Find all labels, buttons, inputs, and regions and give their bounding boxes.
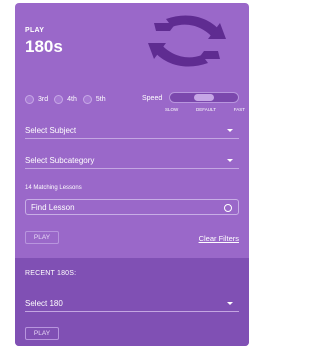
- matching-lessons-count: 14 Matching Lessons: [25, 185, 82, 191]
- chevron-down-icon: [227, 159, 233, 162]
- speed-stop-fast: FAST: [233, 107, 245, 112]
- speed-stop-slow: SLOW: [165, 107, 179, 112]
- grade-filters: 3rd 4th 5th: [25, 95, 112, 104]
- play-button[interactable]: PLAY: [25, 231, 59, 244]
- recent-180-select[interactable]: Select 180: [25, 296, 239, 312]
- checkbox-icon: [25, 95, 34, 104]
- clear-filters-link[interactable]: Clear Filters: [199, 234, 239, 243]
- find-lesson-input[interactable]: Find Lesson: [25, 199, 239, 215]
- speed-stop-default: DEFAULT: [196, 107, 216, 112]
- refresh-icon: [148, 15, 226, 67]
- chevron-down-icon: [227, 302, 233, 305]
- subject-select-value: Select Subject: [25, 126, 77, 135]
- speed-stops: SLOW DEFAULT FAST: [165, 107, 245, 112]
- radio-icon: [224, 204, 232, 212]
- subcategory-select[interactable]: Select Subcategory: [25, 153, 239, 169]
- checkbox-icon: [82, 95, 92, 104]
- recent-play-button[interactable]: PLAY: [25, 327, 59, 340]
- grade-label: 5th: [95, 96, 106, 103]
- subcategory-select-value: Select Subcategory: [25, 156, 95, 165]
- find-lesson-placeholder: Find Lesson: [31, 202, 75, 212]
- chevron-down-icon: [227, 129, 233, 132]
- speed-label: Speed: [142, 95, 163, 102]
- subject-select[interactable]: Select Subject: [25, 123, 239, 139]
- grade-checkbox-3rd[interactable]: 3rd: [25, 95, 48, 104]
- checkbox-icon: [54, 95, 64, 104]
- play-panel: PLAY 180s 3rd 4th 5th Speed SLOW DEFAULT…: [15, 3, 249, 346]
- play-label: PLAY: [25, 27, 45, 34]
- recent-180s-section: RECENT 180S: Select 180 PLAY: [15, 258, 249, 346]
- recent-select-value: Select 180: [25, 299, 63, 308]
- grade-label: 3rd: [38, 96, 49, 103]
- recent-title: RECENT 180S:: [25, 270, 77, 277]
- speed-slider[interactable]: [169, 92, 239, 103]
- grade-checkbox-4th[interactable]: 4th: [54, 95, 77, 104]
- page-title: 180s: [25, 37, 63, 56]
- grade-checkbox-5th[interactable]: 5th: [82, 95, 106, 104]
- speed-slider-thumb[interactable]: [194, 94, 214, 101]
- grade-label: 4th: [67, 96, 77, 103]
